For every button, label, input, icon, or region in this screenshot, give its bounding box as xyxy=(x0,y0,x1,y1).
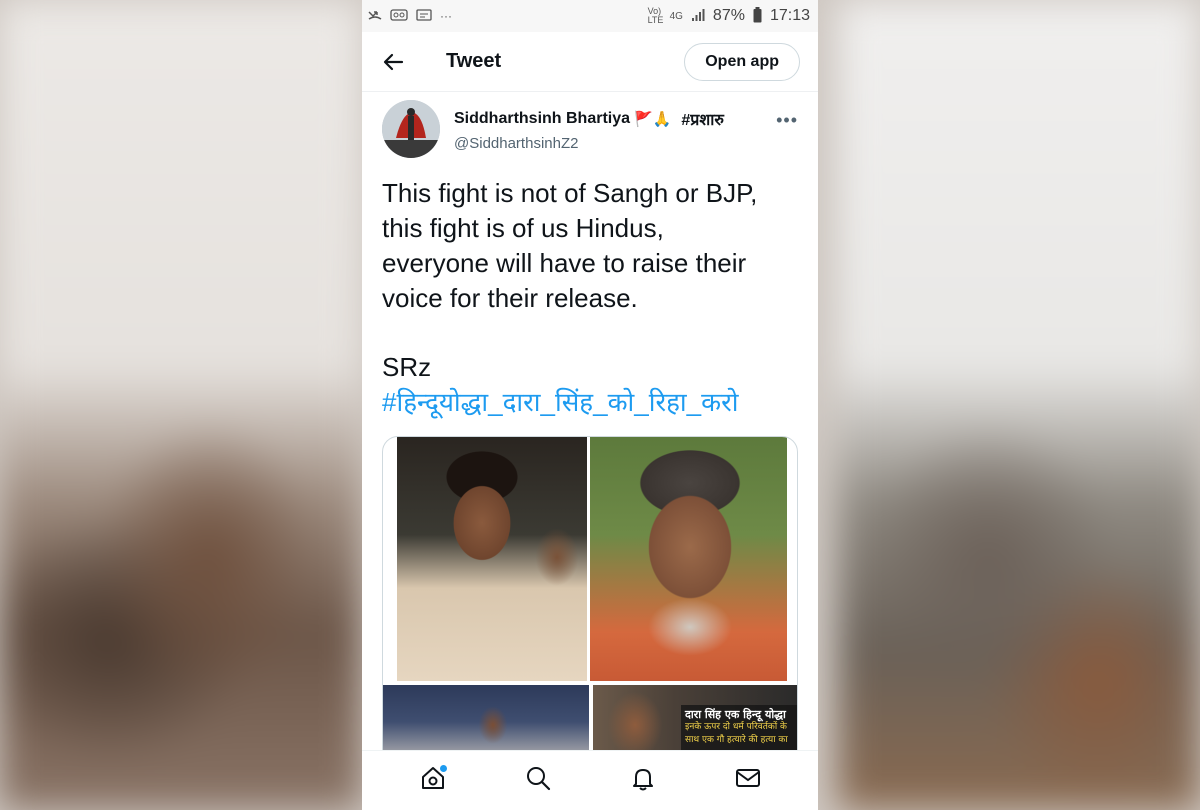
photo-man-right xyxy=(590,437,787,681)
screen-icon xyxy=(416,8,432,24)
app-header: Tweet Open app xyxy=(362,32,818,92)
tweet: Siddharthsinh Bhartiya 🚩🙏 #प्रशारु @Sidd… xyxy=(362,92,818,776)
author-handle[interactable]: @SiddharthsinhZ2 xyxy=(454,135,724,152)
tweet-line: this fight is of us Hindus, xyxy=(382,213,664,243)
more-options-icon[interactable]: ••• xyxy=(776,110,798,131)
tweet-text: This fight is not of Sangh or BJP, this … xyxy=(382,176,798,420)
voicemail-icon xyxy=(390,8,408,24)
missed-call-icon xyxy=(368,9,382,24)
author-name[interactable]: Siddharthsinh Bhartiya xyxy=(454,110,630,128)
battery-icon xyxy=(753,6,762,26)
network-type: 4G xyxy=(669,10,683,22)
tweet-signature: SRz xyxy=(382,352,432,382)
author-emoji: 🚩🙏 xyxy=(634,111,672,128)
tweet-line: voice for their release. xyxy=(382,283,638,313)
tweet-media[interactable]: दारा सिंह एक हिन्दू योद्धा इनके ऊपर दो ध… xyxy=(382,436,798,776)
nav-search[interactable] xyxy=(518,761,558,801)
nav-notifications[interactable] xyxy=(623,761,663,801)
volte-icon: Vo) LTE xyxy=(647,6,664,25)
battery-percent: 87% xyxy=(712,7,745,24)
media-caption-sub: इनके ऊपर दो धर्म परिवर्तकों के साथ एक गौ… xyxy=(685,722,788,745)
new-content-dot xyxy=(439,764,447,772)
tweet-author: Siddharthsinh Bhartiya 🚩🙏 #प्रशारु @Sidd… xyxy=(382,100,798,158)
clock: 17:13 xyxy=(769,7,810,24)
hashtag-link[interactable]: #हिन्दूयोद्धा_दारा_सिंह_को_रिहा_करो xyxy=(382,385,798,420)
nav-messages[interactable] xyxy=(728,761,768,801)
avatar[interactable] xyxy=(382,100,440,158)
back-arrow-icon[interactable] xyxy=(382,51,404,73)
phone-screen: ··· Vo) LTE 4G 87% 17:13 Tweet Open app xyxy=(362,0,818,810)
media-caption: दारा सिंह एक हिन्दू योद्धा इनके ऊपर दो ध… xyxy=(681,705,797,750)
page-title: Tweet xyxy=(446,50,502,72)
bottom-nav xyxy=(362,750,818,810)
signal-icon xyxy=(691,8,705,25)
tweet-line: This fight is not of Sangh or BJP, xyxy=(382,178,758,208)
blurred-background-left xyxy=(0,0,362,810)
nav-home[interactable] xyxy=(413,761,453,801)
tweet-line: everyone will have to raise their xyxy=(382,248,747,278)
search-icon xyxy=(524,764,552,797)
envelope-icon xyxy=(734,764,762,797)
bell-icon xyxy=(629,764,657,797)
author-name-tag: #प्रशारु xyxy=(681,112,724,129)
status-bar: ··· Vo) LTE 4G 87% 17:13 xyxy=(362,0,818,32)
photo-man-left xyxy=(397,437,587,681)
more-dots-icon: ··· xyxy=(440,9,452,23)
blurred-background-right xyxy=(838,0,1200,810)
open-app-button[interactable]: Open app xyxy=(684,42,800,81)
media-caption-title: दारा सिंह एक हिन्दू योद्धा xyxy=(685,708,786,721)
